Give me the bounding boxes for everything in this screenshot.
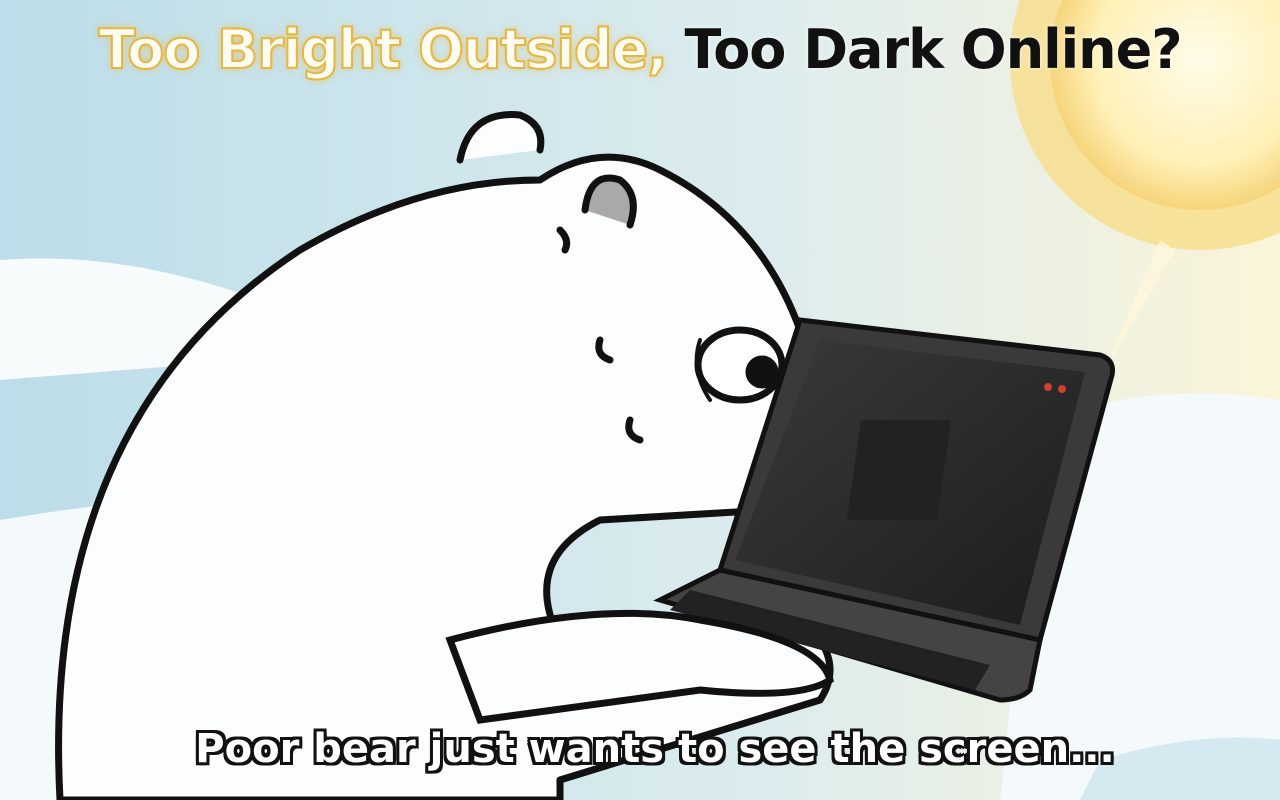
headline-part-bright: Too Bright Outside, (97, 17, 668, 82)
window-close-dot (1044, 383, 1052, 391)
caption: Poor bear just wants to see the screen..… (195, 726, 1115, 772)
illustration (0, 0, 1280, 800)
headline-part-dark: Too Dark Online? (684, 18, 1183, 81)
headline: Too Bright Outside, Too Dark Online? (0, 17, 1280, 82)
